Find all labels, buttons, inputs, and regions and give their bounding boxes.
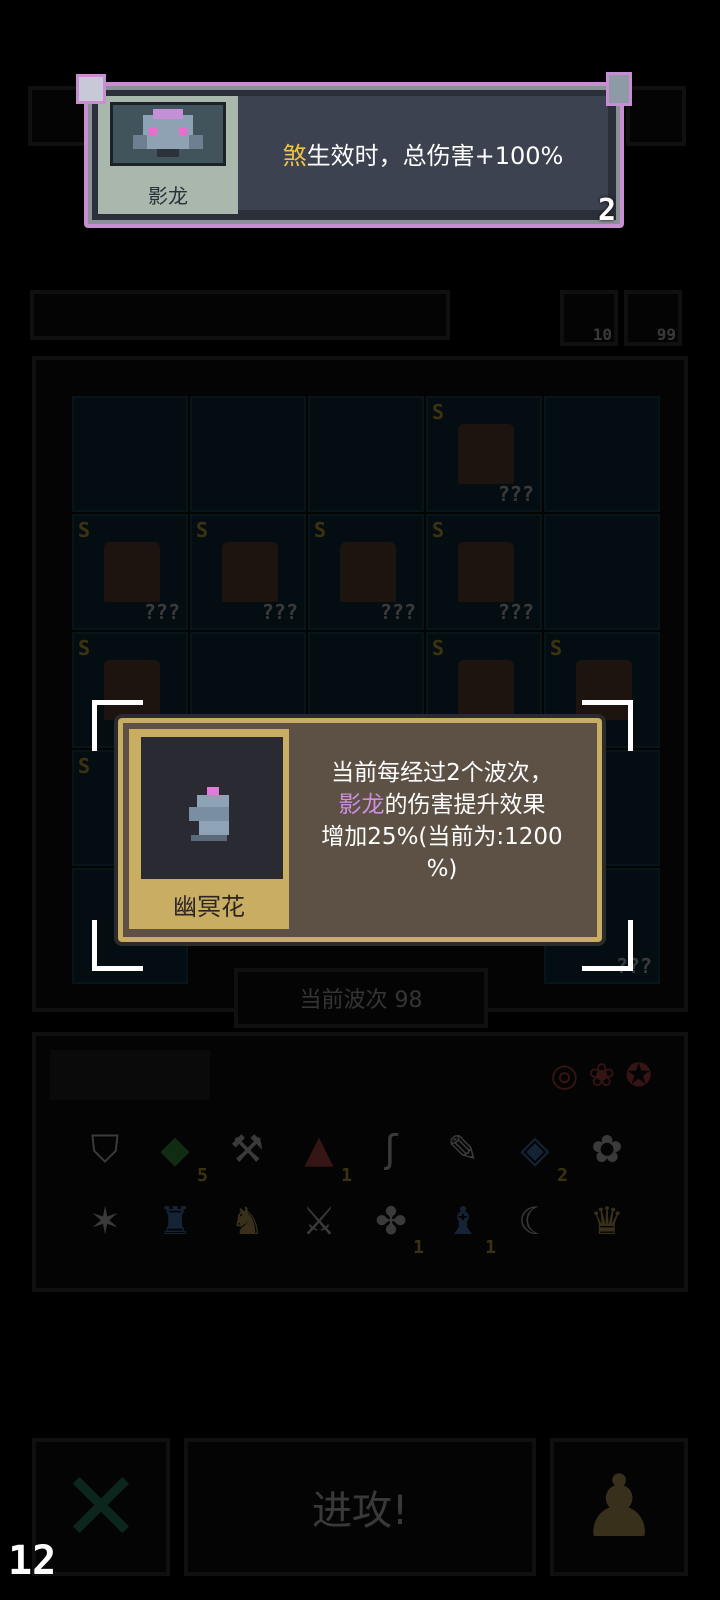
spike-icon[interactable]: ✶ [78,1194,132,1248]
armor-icon[interactable]: ♞ [220,1194,274,1248]
corner-number: 12 [8,1538,57,1584]
desc-line-2-rest: 的伤害提升效果 [384,792,546,818]
board-slot-empty[interactable] [544,396,660,512]
board-slot-empty[interactable] [308,396,424,512]
attack-button[interactable]: 进攻! [184,1438,536,1576]
bottle-icon[interactable]: ♝ 1 [436,1194,496,1258]
home-count: 10 [592,325,612,344]
desc-line-4: %) [426,856,458,882]
effect-highlight: 煞 [282,141,307,170]
board-slot-empty[interactable] [544,514,660,630]
inventory-tab[interactable] [50,1050,210,1100]
key-count: 99 [656,325,676,344]
potion-icon[interactable]: ♜ [148,1194,202,1248]
board-slot-unit[interactable]: S??? [426,514,542,630]
desc-line-1: 当前每经过2个波次， [331,760,553,786]
gem-icon[interactable]: ◆ 5 [148,1122,208,1186]
desc-highlight: 影龙 [338,792,385,818]
pet-portrait [110,102,226,166]
board-slot-empty[interactable] [190,396,306,512]
board-slot-unit[interactable]: S??? [72,514,188,630]
clover-icon[interactable]: ✤ 1 [364,1194,424,1258]
feather-icon[interactable]: ✎ [436,1122,490,1176]
character-button[interactable]: ♟ [550,1438,688,1576]
dragon-icon [133,109,203,157]
item-icon-bg [141,737,283,879]
sword-icon[interactable]: ⚔ [292,1194,346,1248]
close-icon: ✕ [60,1451,142,1563]
pet-effect-card: 影龙 煞生效时，总伤害+100% 2 [76,72,632,228]
crystal-icon[interactable]: ◈ 2 [508,1122,568,1186]
item-icon-frame: 幽冥花 [129,729,289,929]
wings-icon[interactable]: ♛ [580,1194,634,1248]
effect-rest: 生效时，总伤害+100% [306,141,564,170]
top-right-slot [626,86,686,146]
scroll-icon[interactable]: ʃ [364,1122,418,1176]
key-button[interactable]: 99 [624,290,682,346]
board-slot-unit[interactable]: S??? [426,396,542,512]
corner-ornament-icon [76,74,106,104]
item-description: 当前每经过2个波次， 影龙的伤害提升效果 增加25%(当前为:1200 %) [297,757,587,885]
pet-count: 2 [597,193,616,228]
wave-label: 当前波次 98 [234,968,488,1028]
pet-name: 影龙 [148,184,188,208]
helmet-icon[interactable]: ▲ 1 [292,1122,352,1186]
filter-icons[interactable]: ◎❀✪ [550,1056,662,1094]
hammer-icon[interactable]: ⚒ [220,1122,274,1176]
inventory-panel: ◎❀✪ ⛉ ◆ 5 ⚒ ▲ 1 ʃ ✎ ◈ 2 ✿ ✶ ♜ ♞ ⚔ ✤ 1 ♝ 1 ☾ ♛ [32,1032,688,1292]
shield-icon[interactable]: ⛉ [78,1122,132,1176]
desc-line-3: 增加25%(当前为:1200 [321,824,563,850]
nether-flower-icon [189,787,229,841]
board-slot-unit[interactable]: S??? [308,514,424,630]
item-name: 幽冥花 [173,893,245,921]
home-button[interactable]: 10 [560,290,618,346]
board-slot-empty[interactable] [72,396,188,512]
flower-icon[interactable]: ✿ [580,1122,634,1176]
moon-icon[interactable]: ☾ [508,1194,562,1248]
pet-panel: 影龙 [98,96,238,214]
desc-line-2: 影龙的伤害提升效果 [297,789,587,821]
sword-ornament-icon [606,72,632,106]
board-slot-unit[interactable]: S??? [190,514,306,630]
person-icon: ♟ [580,1457,658,1557]
item-tooltip: 幽冥花 当前每经过2个波次， 影龙的伤害提升效果 增加25%(当前为:1200 … [118,718,602,942]
pet-effect-text: 煞生效时，总伤害+100% [238,96,608,210]
name-bar [30,290,450,340]
